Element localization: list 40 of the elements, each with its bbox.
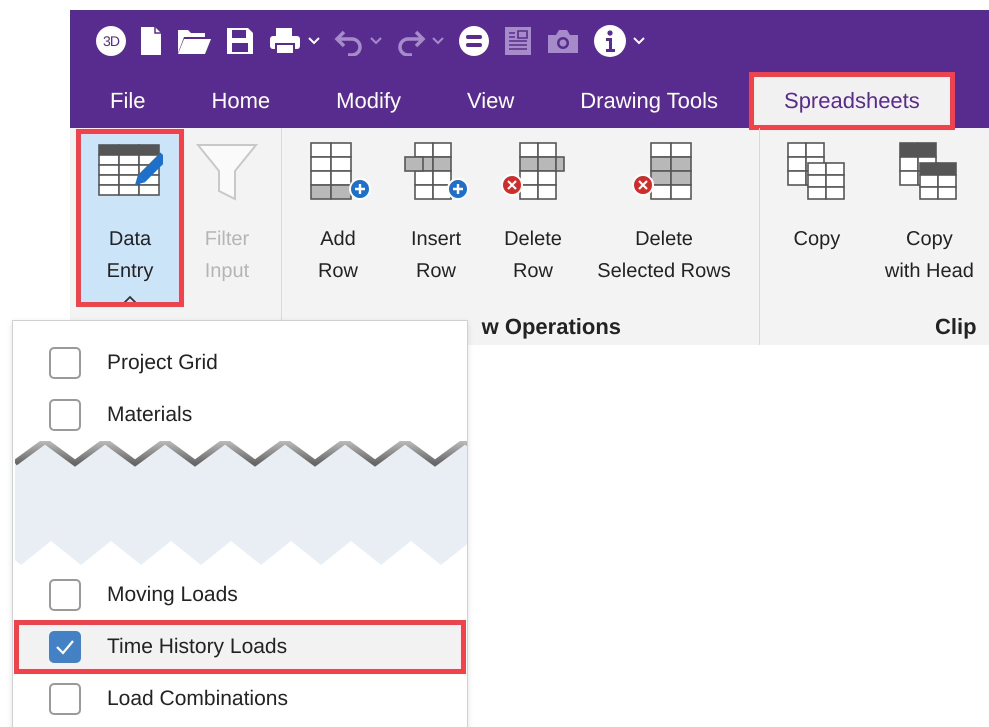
printer-icon[interactable] <box>268 26 302 56</box>
menu-item-label: Project Grid <box>107 351 218 375</box>
save-icon[interactable] <box>225 26 255 56</box>
menu-item[interactable]: Time History Loads <box>15 621 465 673</box>
table-delete-icon <box>500 141 566 203</box>
ribbon-tab[interactable]: View <box>434 74 548 128</box>
menu-item-label: Load Combinations <box>107 687 288 711</box>
menu-item[interactable]: Moving Loads <box>15 569 465 621</box>
equals-circle-icon[interactable] <box>458 25 490 57</box>
file-icon[interactable] <box>139 25 163 57</box>
menu-item[interactable]: Materials <box>15 389 465 441</box>
app-logo[interactable]: 3D <box>96 26 126 56</box>
checkbox[interactable] <box>49 683 81 715</box>
menu-item[interactable]: Project Grid <box>15 337 465 389</box>
ribbon-tab[interactable]: Home <box>178 74 304 128</box>
ribbon-button[interactable]: Data Entry <box>78 131 182 305</box>
checkmark-icon <box>55 639 75 655</box>
ribbon-button[interactable]: Copy with Head <box>870 131 989 305</box>
checkbox[interactable] <box>49 347 81 379</box>
info-icon[interactable] <box>593 24 627 58</box>
group-label: w Operations <box>482 314 621 339</box>
funnel-icon <box>194 141 260 203</box>
checkbox[interactable] <box>49 579 81 611</box>
ribbon-tab[interactable]: File <box>70 74 178 128</box>
table-plus-icon <box>403 141 469 203</box>
ribbon-tab[interactable]: Modify <box>303 74 434 128</box>
group-label: Clip <box>935 314 977 339</box>
checkbox[interactable] <box>49 631 81 663</box>
menu-item-label: Time History Loads <box>107 635 288 659</box>
ribbon-button[interactable]: Add Row <box>290 131 386 305</box>
ribbon-button[interactable]: Delete Row <box>486 131 580 305</box>
ribbon-button[interactable]: Insert Row <box>390 131 482 305</box>
ribbon-tab[interactable]: Drawing Tools <box>547 74 752 128</box>
menu-item-label: Moving Loads <box>107 583 238 607</box>
menu-item-label: Materials <box>107 403 192 427</box>
menu-item[interactable]: Load Combinations <box>15 673 465 725</box>
ribbon-button[interactable]: Copy <box>768 131 866 305</box>
ribbon-tab[interactable]: Spreadsheets <box>751 74 953 128</box>
ribbon-button[interactable]: Delete Selected Rows <box>584 131 744 305</box>
checkbox[interactable] <box>49 399 81 431</box>
